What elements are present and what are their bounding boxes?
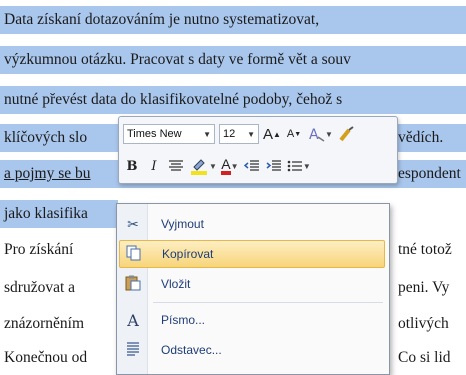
font-icon: A bbox=[127, 310, 139, 330]
bold-button[interactable]: B bbox=[123, 155, 141, 177]
shrink-font-button[interactable]: A ▼ bbox=[285, 123, 303, 145]
paste-icon bbox=[119, 275, 147, 294]
menu-item-cut[interactable]: ✂ Vyjmout bbox=[119, 210, 385, 238]
chevron-down-icon[interactable]: ▼ bbox=[244, 130, 255, 139]
context-menu: ✂ Vyjmout Kopírovat Vložit A Písmo... Od… bbox=[116, 203, 390, 375]
highlight-button[interactable]: ▼ bbox=[189, 155, 217, 177]
line-text-right: peni. Vy bbox=[398, 279, 450, 296]
highlight-icon bbox=[191, 159, 207, 175]
line-text: a pojmy se bu bbox=[4, 165, 91, 182]
decrease-indent-icon bbox=[243, 160, 259, 171]
bullets-button[interactable]: ▼ bbox=[287, 155, 311, 177]
chevron-down-icon[interactable]: ▼ bbox=[325, 130, 333, 139]
increase-indent-button[interactable] bbox=[265, 155, 283, 177]
font-size-combo[interactable]: 12 ▼ bbox=[219, 124, 259, 144]
menu-item-paste[interactable]: Vložit bbox=[119, 270, 385, 298]
font-color-button[interactable]: A ▼ bbox=[221, 155, 239, 177]
line-text: znázorněním bbox=[4, 315, 85, 332]
copy-icon bbox=[120, 245, 148, 264]
menu-item-label: Kopírovat bbox=[162, 247, 214, 261]
svg-text:A: A bbox=[309, 127, 319, 143]
styles-icon: A bbox=[309, 127, 325, 143]
document-line[interactable]: výzkumnou otázku. Pracovat s daty ve for… bbox=[0, 46, 466, 74]
line-text: Pro získání bbox=[4, 241, 74, 258]
menu-separator bbox=[153, 302, 383, 303]
center-align-icon bbox=[169, 160, 183, 171]
line-text-right: Co si lid bbox=[398, 349, 451, 366]
grow-font-icon: A bbox=[263, 125, 274, 143]
document-line[interactable]: Data získaní dotazováním je nutno system… bbox=[0, 6, 466, 34]
line-text-right: vědích. bbox=[398, 129, 444, 146]
line-text: Konečnou od bbox=[4, 349, 88, 366]
format-painter-button[interactable] bbox=[337, 123, 355, 145]
chevron-down-icon[interactable]: ▼ bbox=[209, 162, 217, 171]
grow-font-button[interactable]: A ▲ bbox=[263, 123, 281, 145]
menu-item-label: Vyjmout bbox=[161, 217, 204, 231]
shrink-font-icon: A bbox=[286, 128, 295, 140]
line-text-right: otlivých bbox=[398, 315, 449, 332]
chevron-down-icon[interactable]: ▼ bbox=[303, 162, 311, 171]
chevron-down-icon[interactable]: ▼ bbox=[231, 162, 239, 171]
font-name-combo[interactable]: Times New ▼ bbox=[123, 124, 215, 144]
styles-button[interactable]: A ▼ bbox=[307, 123, 333, 145]
menu-item-label: Vložit bbox=[161, 277, 191, 291]
menu-item-label: Odstavec... bbox=[161, 343, 222, 357]
line-text-right: tné totož bbox=[398, 241, 452, 258]
menu-item-font[interactable]: A Písmo... bbox=[119, 306, 385, 334]
menu-item-paragraph[interactable]: Odstavec... bbox=[119, 336, 385, 364]
paragraph-icon bbox=[119, 341, 147, 360]
font-size-value: 12 bbox=[223, 128, 236, 140]
font-name-value: Times New bbox=[127, 128, 182, 140]
line-text: jako klasifika bbox=[4, 205, 88, 222]
line-text: klíčových slo bbox=[4, 129, 88, 146]
italic-button[interactable]: I bbox=[145, 155, 163, 177]
menu-item-label: Písmo... bbox=[161, 313, 206, 327]
chevron-down-icon[interactable]: ▼ bbox=[200, 130, 211, 139]
increase-indent-icon bbox=[266, 160, 281, 171]
scissors-icon: ✂ bbox=[127, 215, 139, 232]
line-text-right: espondent bbox=[398, 165, 461, 182]
font-color-icon: A bbox=[221, 157, 231, 175]
format-painter-icon bbox=[339, 126, 354, 142]
center-align-button[interactable] bbox=[167, 155, 185, 177]
decrease-indent-button[interactable] bbox=[243, 155, 261, 177]
mini-toolbar: Times New ▼ 12 ▼ A ▲ A ▼ A ▼ B I ▼ A ▼ ▼ bbox=[118, 116, 398, 184]
menu-item-copy[interactable]: Kopírovat bbox=[119, 240, 385, 268]
document-line[interactable]: nutné převést data do klasifikovatelné p… bbox=[0, 86, 466, 114]
bullets-icon bbox=[287, 160, 302, 172]
line-text: sdružovat a bbox=[4, 279, 76, 296]
